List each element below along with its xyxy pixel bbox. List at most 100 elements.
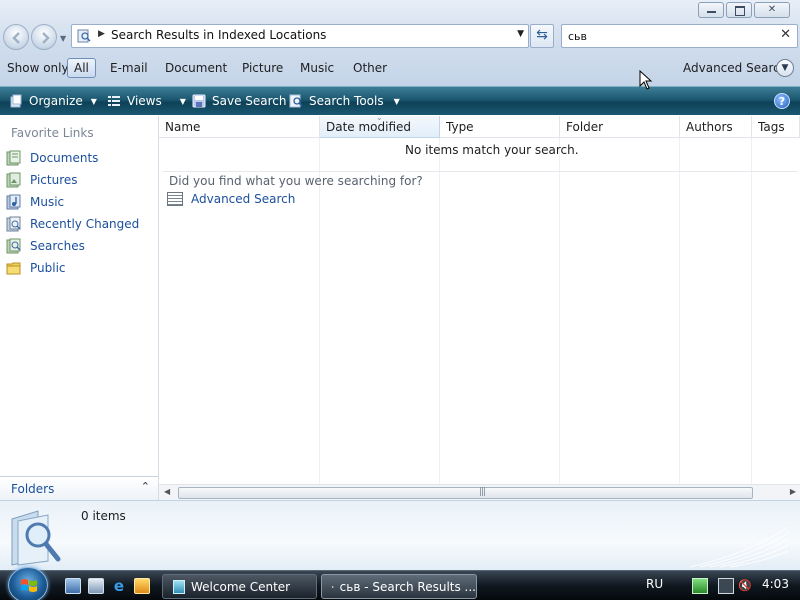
recently-changed-icon	[6, 216, 21, 232]
media-player-icon[interactable]	[134, 578, 150, 594]
close-button[interactable]	[754, 2, 790, 18]
refresh-icon: ⇆	[536, 27, 548, 43]
internet-explorer-icon[interactable]: e	[111, 578, 127, 594]
forward-arrow-icon	[42, 32, 50, 44]
recent-pages-chevron-icon[interactable]: ▼	[60, 34, 66, 43]
column-divider	[319, 138, 320, 484]
views-button[interactable]: Views ▼	[107, 92, 186, 110]
scrollbar-thumb[interactable]: |||	[178, 487, 753, 499]
show-desktop-icon[interactable]	[65, 578, 81, 594]
searches-folder-icon	[6, 238, 21, 254]
column-header-authors[interactable]: Authors	[680, 116, 752, 138]
horizontal-scrollbar[interactable]: ◀ ||| ▶	[159, 484, 800, 500]
decorative-swoosh	[690, 526, 789, 568]
folders-toggle[interactable]: Folders ⌃	[0, 476, 159, 500]
nav-label-recently-changed: Recently Changed	[30, 217, 140, 231]
nav-item-searches[interactable]: Searches	[6, 236, 85, 256]
windows-logo-icon	[21, 579, 37, 592]
task-search-results[interactable]: сьв - Search Results ...	[321, 574, 477, 599]
column-header-type[interactable]: Type	[440, 116, 560, 138]
dropdown-icon: ▼	[393, 96, 400, 106]
task-label: Welcome Center	[191, 579, 291, 594]
scroll-right-icon[interactable]: ▶	[790, 487, 796, 496]
nav-item-documents[interactable]: Documents	[6, 148, 98, 168]
pictures-folder-icon	[6, 172, 21, 188]
scroll-left-icon[interactable]: ◀	[164, 487, 170, 496]
filter-music[interactable]: Music	[293, 58, 341, 78]
search-box[interactable]: ✕	[561, 24, 798, 48]
forward-button[interactable]	[31, 24, 57, 50]
save-search-label: Save Search	[212, 94, 287, 108]
views-icon	[108, 96, 120, 106]
folders-label: Folders	[11, 482, 55, 496]
nav-item-pictures[interactable]: Pictures	[6, 170, 78, 190]
empty-results-message: No items match your search.	[405, 143, 579, 157]
filter-document[interactable]: Document	[158, 58, 234, 78]
column-header-tags[interactable]: Tags	[752, 116, 800, 138]
search-results-icon	[11, 510, 61, 566]
filter-other[interactable]: Other	[346, 58, 394, 78]
search-feedback-prompt: Did you find what you were searching for…	[169, 174, 423, 188]
task-label: сьв - Search Results ...	[339, 579, 476, 594]
address-path[interactable]: Search Results in Indexed Locations	[111, 28, 326, 42]
back-button[interactable]	[3, 24, 29, 50]
advanced-search-icon	[167, 192, 183, 206]
filter-all[interactable]: All	[67, 58, 96, 78]
mouse-cursor-icon	[639, 70, 653, 90]
system-clock[interactable]: 4:03	[762, 577, 789, 591]
column-header-folder[interactable]: Folder	[560, 116, 680, 138]
advanced-search-label: Advanced Search	[191, 192, 296, 206]
search-window-icon	[332, 585, 334, 588]
search-input[interactable]	[568, 28, 768, 44]
search-tools-button[interactable]: Search Tools ▼	[289, 92, 400, 110]
nav-item-music[interactable]: Music	[6, 192, 64, 212]
refresh-button[interactable]: ⇆	[530, 24, 554, 48]
nav-item-public[interactable]: Public	[6, 258, 66, 278]
save-icon	[192, 94, 206, 108]
advanced-search-link[interactable]: Advanced Search	[167, 192, 295, 206]
save-search-button[interactable]: Save Search	[192, 92, 287, 110]
music-folder-icon	[6, 194, 21, 210]
expand-chevron-icon[interactable]: ▼	[776, 59, 794, 77]
nav-label-music: Music	[30, 195, 65, 209]
taskbar: e Welcome Center сьв - Search Results ..…	[0, 567, 800, 600]
switch-windows-icon[interactable]	[88, 578, 104, 594]
documents-folder-icon	[6, 150, 21, 166]
task-welcome-center[interactable]: Welcome Center	[162, 574, 317, 599]
favorite-links-heading: Favorite Links	[11, 126, 94, 140]
help-icon[interactable]: ?	[774, 93, 790, 109]
clear-search-icon[interactable]: ✕	[780, 27, 791, 42]
column-divider	[439, 138, 440, 484]
advanced-search-toggle[interactable]: Advanced Search	[683, 61, 787, 75]
public-folder-icon	[6, 262, 21, 275]
back-arrow-icon	[12, 32, 20, 44]
organize-icon	[10, 94, 22, 108]
dropdown-icon: ▼	[90, 96, 97, 106]
filter-picture[interactable]: Picture	[235, 58, 290, 78]
filter-email[interactable]: E-mail	[103, 58, 155, 78]
nav-item-recently-changed[interactable]: Recently Changed	[6, 214, 139, 234]
address-dropdown-icon[interactable]: ▼	[517, 29, 524, 39]
breadcrumb-chevron-icon[interactable]: ▶	[98, 29, 105, 39]
organize-button[interactable]: Organize ▼	[9, 92, 97, 110]
show-only-label: Show only:	[7, 61, 72, 75]
column-header-name[interactable]: Name	[159, 116, 320, 138]
sort-indicator-icon: ⌄	[376, 113, 383, 122]
search-tools-icon	[289, 94, 303, 108]
nav-label-documents: Documents	[30, 151, 99, 165]
volume-muted-icon[interactable]: 🔇	[737, 578, 753, 594]
minimize-button[interactable]	[698, 2, 724, 18]
chevron-up-icon[interactable]: ⌃	[141, 480, 150, 493]
views-label: Views	[127, 94, 162, 108]
dropdown-icon: ▼	[179, 96, 186, 106]
security-tray-icon[interactable]	[718, 578, 734, 594]
column-divider	[559, 138, 560, 484]
organize-label: Organize	[29, 94, 83, 108]
start-button[interactable]	[8, 567, 48, 600]
language-indicator[interactable]: RU	[646, 577, 663, 591]
search-tools-label: Search Tools	[309, 94, 384, 108]
maximize-button[interactable]	[726, 2, 752, 18]
top-band: ▼ ▶ Search Results in Indexed Locations …	[0, 0, 800, 86]
network-tray-icon[interactable]	[692, 578, 708, 594]
address-bar[interactable]: ▶ Search Results in Indexed Locations ▼	[71, 24, 529, 48]
